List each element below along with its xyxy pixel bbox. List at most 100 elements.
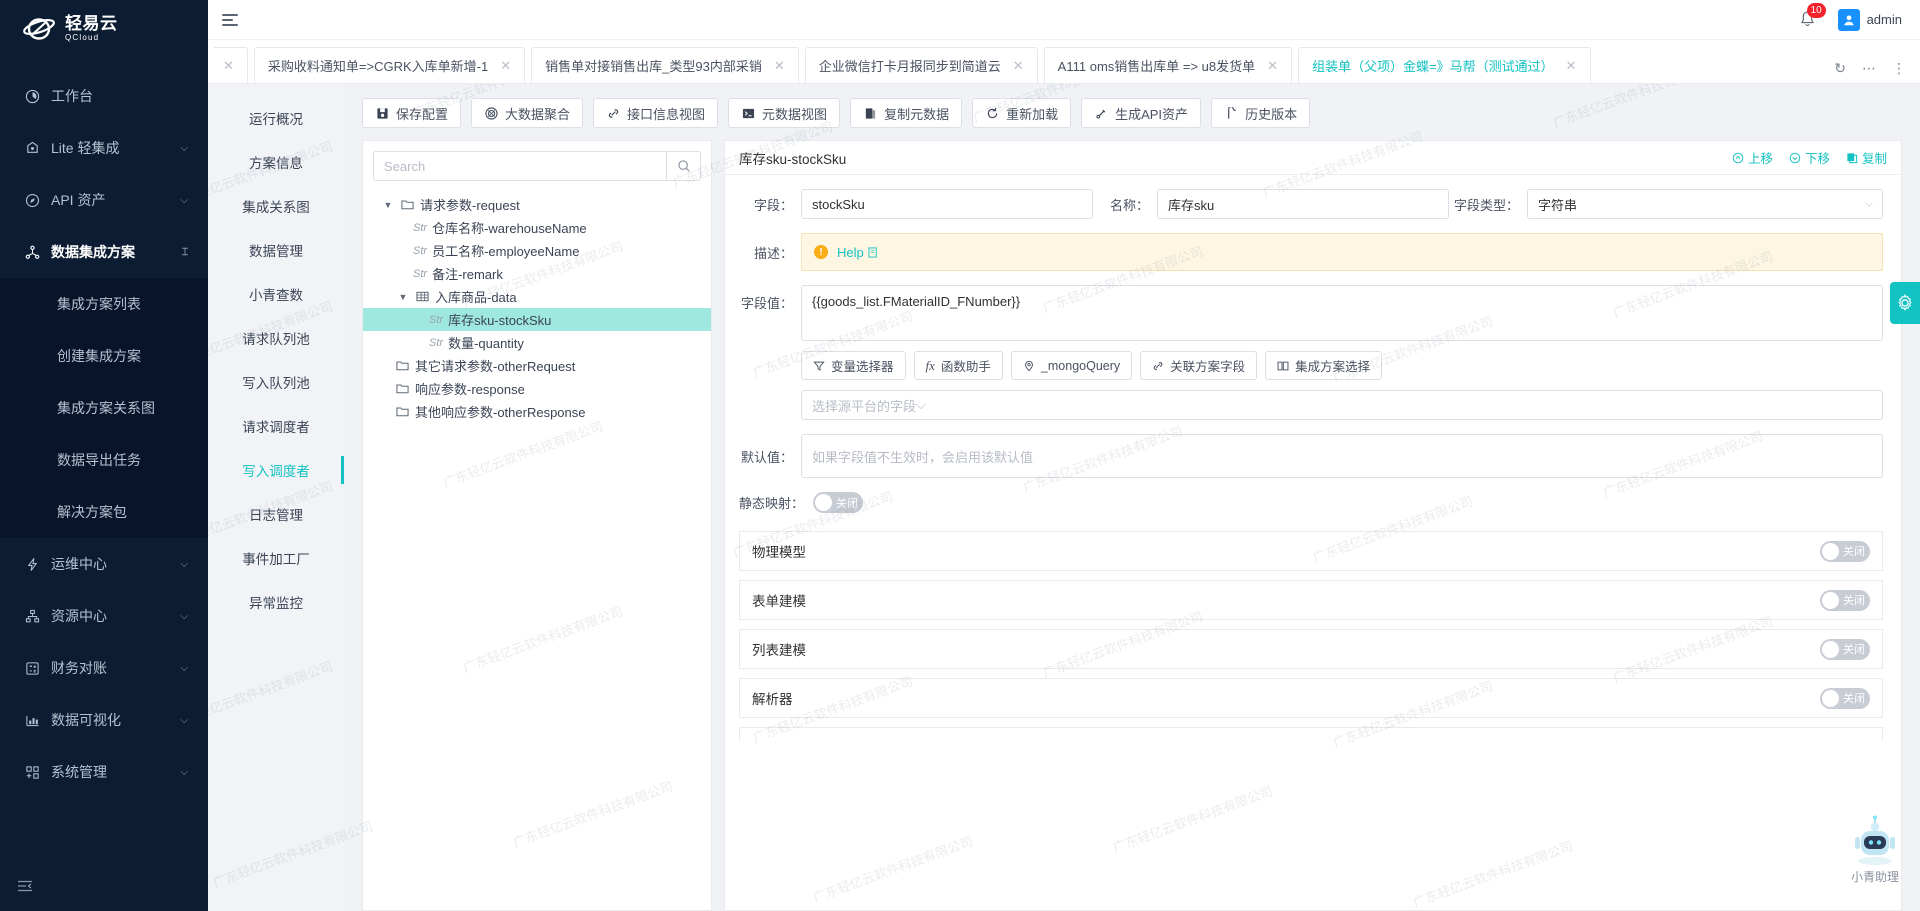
submenu-item-data-management[interactable]: 数据管理 — [208, 228, 344, 272]
variable-selector-button[interactable]: 变量选择器 — [801, 351, 906, 380]
sidebar-subitem-create-plan[interactable]: 创建集成方案 — [0, 330, 208, 382]
tree-node-data-table[interactable]: ▼ 入库商品-data — [363, 285, 711, 308]
chevron-down-icon: ⌵ — [180, 559, 188, 570]
assistant-widget[interactable]: 小青助理 — [1842, 815, 1908, 885]
tab-item[interactable]: 户对接领猫客户 ✕ — [214, 47, 248, 83]
sidebar-item-api[interactable]: API 资产 ⌵ — [0, 174, 208, 226]
submenu-item-write-scheduler[interactable]: 写入调度者 — [208, 448, 344, 492]
function-helper-button[interactable]: fx 函数助手 — [914, 351, 1003, 380]
api-info-view-button[interactable]: 接口信息视图 — [593, 98, 718, 128]
section-toggle[interactable]: 关闭 — [1820, 590, 1870, 611]
sidebar-item-system[interactable]: 系统管理 ⌵ — [0, 746, 208, 798]
sidebar-subitem-solution-pack[interactable]: 解决方案包 — [0, 486, 208, 538]
tree-node-request[interactable]: ▼ 请求参数-request — [363, 193, 711, 216]
copy-field-button[interactable]: 复制 — [1846, 148, 1887, 167]
submenu-item-exception-monitor[interactable]: 异常监控 — [208, 580, 344, 624]
tree-node-response[interactable]: 响应参数-response — [363, 377, 711, 400]
copy-metadata-button[interactable]: 复制元数据 — [850, 98, 962, 128]
display-name-input[interactable]: 库存sku — [1157, 189, 1449, 219]
mongo-query-button[interactable]: _mongoQuery — [1011, 351, 1132, 380]
more-horizontal-icon[interactable]: ⋯ — [1862, 60, 1876, 77]
submenu-item-request-queue[interactable]: 请求队列池 — [208, 316, 344, 360]
submenu-item-plan-info[interactable]: 方案信息 — [208, 140, 344, 184]
submenu-item-request-scheduler[interactable]: 请求调度者 — [208, 404, 344, 448]
related-plan-field-button[interactable]: 关联方案字段 — [1140, 351, 1257, 380]
user-menu[interactable]: admin — [1838, 9, 1902, 31]
history-version-button[interactable]: 历史版本 — [1211, 98, 1310, 128]
search-input[interactable] — [374, 152, 666, 180]
reload-icon — [985, 106, 999, 120]
section-parser[interactable]: 解析器 关闭 — [739, 678, 1883, 718]
default-value-input[interactable]: 如果字段值不生效时，会启用该默认值 — [801, 434, 1883, 478]
tree-node-stocksku-selected[interactable]: Str 库存sku-stockSku — [363, 308, 711, 331]
tree-node-warehouse-name[interactable]: Str 仓库名称-warehouseName — [363, 216, 711, 239]
tree-node-other-response[interactable]: 其他响应参数-otherResponse — [363, 400, 711, 423]
close-icon[interactable]: ✕ — [1013, 58, 1024, 74]
field-type-select[interactable]: 字符串 ⌵ — [1527, 189, 1883, 219]
hamburger-icon[interactable] — [222, 11, 242, 29]
section-physical-model[interactable]: 物理模型 关闭 — [739, 531, 1883, 571]
section-toggle[interactable]: 关闭 — [1820, 639, 1870, 660]
sidebar-item-ops-center[interactable]: 运维中心 ⌵ — [0, 538, 208, 590]
brand-logo[interactable]: 轻易云 QCloud — [0, 0, 208, 56]
close-icon[interactable]: ✕ — [223, 58, 234, 74]
tab-item[interactable]: A111 oms销售出库单 => u8发货单 ✕ — [1044, 47, 1292, 83]
static-map-toggle[interactable]: 关闭 — [813, 492, 863, 513]
save-config-button[interactable]: 保存配置 — [362, 98, 461, 128]
tab-item[interactable]: 企业微信打卡月报同步到简道云 ✕ — [805, 47, 1038, 83]
sidebar-item-resource-center[interactable]: 资源中心 ⌵ — [0, 590, 208, 642]
tree-node-other-request[interactable]: 其它请求参数-otherRequest — [363, 354, 711, 377]
section-toggle[interactable]: 关闭 — [1820, 688, 1870, 709]
sidebar-item-lite[interactable]: Lite 轻集成 ⌵ — [0, 122, 208, 174]
collapse-sidebar-icon[interactable] — [14, 875, 36, 897]
body: 运行概况 方案信息 集成关系图 数据管理 小青查数 请求队列池 写入队列池 请求… — [208, 84, 1920, 911]
section-form-modeling[interactable]: 表单建模 关闭 — [739, 580, 1883, 620]
section-toggle[interactable]: 关闭 — [1820, 541, 1870, 562]
close-icon[interactable]: ✕ — [500, 58, 511, 74]
more-vertical-icon[interactable]: ⋮ — [1892, 60, 1906, 77]
search-box[interactable] — [373, 151, 701, 181]
tree-node-remark[interactable]: Str 备注-remark — [363, 262, 711, 285]
source-platform-field-select[interactable]: 选择源平台的字段 ⌵ — [801, 390, 1883, 420]
sidebar-item-workbench[interactable]: 工作台 — [0, 70, 208, 122]
submenu-item-overview[interactable]: 运行概况 — [208, 96, 344, 140]
submenu-item-query[interactable]: 小青查数 — [208, 272, 344, 316]
tree-node-employee-name[interactable]: Str 员工名称-employeeName — [363, 239, 711, 262]
tab-item[interactable]: 销售单对接销售出库_类型93内部采销 ✕ — [531, 47, 799, 83]
section-list-modeling[interactable]: 列表建模 关闭 — [739, 629, 1883, 669]
move-up-button[interactable]: 上移 — [1732, 148, 1773, 167]
field-value-input[interactable]: {{goods_list.FMaterialID_FNumber}} — [801, 285, 1883, 341]
integration-plan-select-button[interactable]: 集成方案选择 — [1265, 351, 1382, 380]
close-icon[interactable]: ✕ — [774, 58, 785, 74]
generate-api-button[interactable]: 生成API资产 — [1081, 98, 1201, 128]
sidebar-subitem-export-task[interactable]: 数据导出任务 — [0, 434, 208, 486]
bigdata-aggregate-button[interactable]: 大数据聚合 — [471, 98, 583, 128]
chevron-down-icon[interactable]: ▼ — [381, 200, 395, 210]
settings-gear-button[interactable] — [1890, 282, 1920, 324]
sidebar-item-visualization[interactable]: 数据可视化 ⌵ — [0, 694, 208, 746]
chevron-down-icon[interactable]: ▼ — [396, 292, 410, 302]
field-name-input[interactable]: stockSku — [801, 189, 1093, 219]
tab-item[interactable]: 采购收料通知单=>CGRK入库单新增-1 ✕ — [254, 47, 525, 83]
close-icon[interactable]: ✕ — [1566, 58, 1577, 74]
tree-node-quantity[interactable]: Str 数量-quantity — [363, 331, 711, 354]
submenu-item-log[interactable]: 日志管理 — [208, 492, 344, 536]
tab-item-active[interactable]: 组装单（父项）金蝶=》马帮（测试通过） ✕ — [1298, 47, 1591, 83]
refresh-icon[interactable]: ↻ — [1834, 60, 1846, 77]
sidebar-item-data-integration[interactable]: 数据集成方案 ⌶ — [0, 226, 208, 278]
move-down-button[interactable]: 下移 — [1789, 148, 1830, 167]
help-link[interactable]: Help — [837, 245, 879, 260]
metadata-view-button[interactable]: 元数据视图 — [728, 98, 840, 128]
sidebar-item-finance[interactable]: 财务对账 ⌵ — [0, 642, 208, 694]
sidebar-subitem-plan-graph[interactable]: 集成方案关系图 — [0, 382, 208, 434]
sidebar-item-label: Lite 轻集成 — [51, 138, 169, 158]
submenu-item-event-factory[interactable]: 事件加工厂 — [208, 536, 344, 580]
sidebar-subitem-plan-list[interactable]: 集成方案列表 — [0, 278, 208, 330]
submenu-item-relation-graph[interactable]: 集成关系图 — [208, 184, 344, 228]
submenu-item-write-queue[interactable]: 写入队列池 — [208, 360, 344, 404]
tree-node-label: 响应参数-response — [415, 379, 525, 398]
notification-bell[interactable]: 10 — [1798, 10, 1818, 30]
close-icon[interactable]: ✕ — [1267, 58, 1278, 74]
search-icon[interactable] — [666, 152, 700, 180]
reload-button[interactable]: 重新加载 — [972, 98, 1071, 128]
